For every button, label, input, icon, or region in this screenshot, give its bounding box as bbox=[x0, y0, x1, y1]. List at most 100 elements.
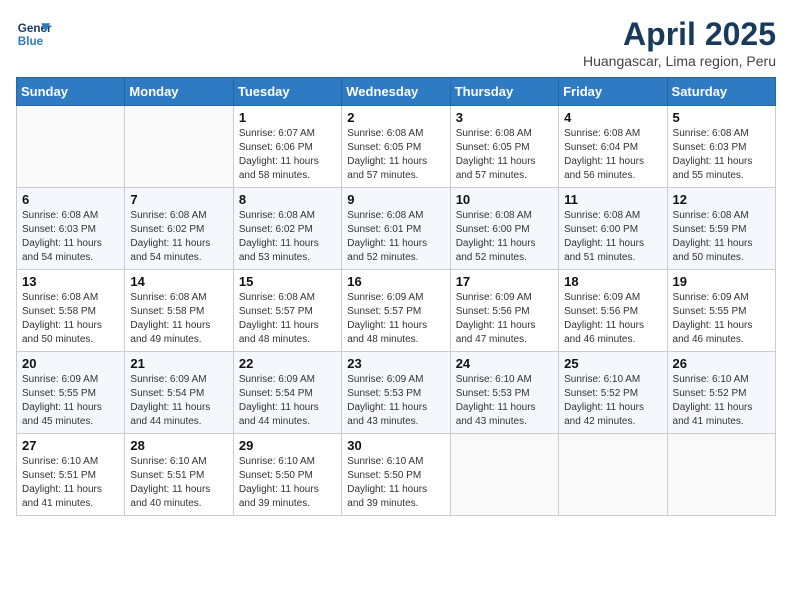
day-number: 8 bbox=[239, 192, 336, 207]
calendar-header-row: SundayMondayTuesdayWednesdayThursdayFrid… bbox=[17, 78, 776, 106]
day-number: 16 bbox=[347, 274, 444, 289]
calendar-cell: 24 Sunrise: 6:10 AM Sunset: 5:53 PM Dayli… bbox=[450, 352, 558, 434]
calendar-cell: 30 Sunrise: 6:10 AM Sunset: 5:50 PM Dayli… bbox=[342, 434, 450, 516]
day-number: 18 bbox=[564, 274, 661, 289]
cell-info: Sunrise: 6:10 AM Sunset: 5:52 PM Dayligh… bbox=[673, 373, 770, 429]
day-number: 4 bbox=[564, 110, 661, 125]
calendar-cell: 29 Sunrise: 6:10 AM Sunset: 5:50 PM Dayli… bbox=[233, 434, 341, 516]
cell-info: Sunrise: 6:08 AM Sunset: 6:05 PM Dayligh… bbox=[456, 127, 553, 183]
cell-info: Sunrise: 6:08 AM Sunset: 6:00 PM Dayligh… bbox=[456, 209, 553, 265]
calendar-cell: 17 Sunrise: 6:09 AM Sunset: 5:56 PM Dayli… bbox=[450, 270, 558, 352]
day-number: 24 bbox=[456, 356, 553, 371]
day-header-saturday: Saturday bbox=[667, 78, 775, 106]
cell-info: Sunrise: 6:10 AM Sunset: 5:50 PM Dayligh… bbox=[239, 455, 336, 511]
calendar-cell: 3 Sunrise: 6:08 AM Sunset: 6:05 PM Daylig… bbox=[450, 106, 558, 188]
cell-info: Sunrise: 6:09 AM Sunset: 5:56 PM Dayligh… bbox=[456, 291, 553, 347]
calendar-cell: 6 Sunrise: 6:08 AM Sunset: 6:03 PM Daylig… bbox=[17, 188, 125, 270]
calendar-cell: 20 Sunrise: 6:09 AM Sunset: 5:55 PM Dayli… bbox=[17, 352, 125, 434]
calendar-cell: 22 Sunrise: 6:09 AM Sunset: 5:54 PM Dayli… bbox=[233, 352, 341, 434]
cell-info: Sunrise: 6:07 AM Sunset: 6:06 PM Dayligh… bbox=[239, 127, 336, 183]
cell-info: Sunrise: 6:08 AM Sunset: 6:03 PM Dayligh… bbox=[673, 127, 770, 183]
calendar-cell: 15 Sunrise: 6:08 AM Sunset: 5:57 PM Dayli… bbox=[233, 270, 341, 352]
calendar-cell: 16 Sunrise: 6:09 AM Sunset: 5:57 PM Dayli… bbox=[342, 270, 450, 352]
cell-info: Sunrise: 6:10 AM Sunset: 5:53 PM Dayligh… bbox=[456, 373, 553, 429]
day-number: 6 bbox=[22, 192, 119, 207]
day-number: 30 bbox=[347, 438, 444, 453]
cell-info: Sunrise: 6:09 AM Sunset: 5:54 PM Dayligh… bbox=[130, 373, 227, 429]
day-number: 19 bbox=[673, 274, 770, 289]
calendar-cell bbox=[17, 106, 125, 188]
day-number: 25 bbox=[564, 356, 661, 371]
calendar-cell: 25 Sunrise: 6:10 AM Sunset: 5:52 PM Dayli… bbox=[559, 352, 667, 434]
calendar-cell: 9Sunrise: 6:08 AM Sunset: 6:01 PM Daylig… bbox=[342, 188, 450, 270]
title-area: April 2025 Huangascar, Lima region, Peru bbox=[583, 16, 776, 69]
cell-info: Sunrise: 6:09 AM Sunset: 5:55 PM Dayligh… bbox=[673, 291, 770, 347]
calendar-cell: 14 Sunrise: 6:08 AM Sunset: 5:58 PM Dayli… bbox=[125, 270, 233, 352]
cell-info: Sunrise: 6:09 AM Sunset: 5:57 PM Dayligh… bbox=[347, 291, 444, 347]
cell-info: Sunrise: 6:08 AM Sunset: 6:02 PM Dayligh… bbox=[239, 209, 336, 265]
logo: General Blue bbox=[16, 16, 52, 52]
day-header-friday: Friday bbox=[559, 78, 667, 106]
cell-info: Sunrise: 6:08 AM Sunset: 5:58 PM Dayligh… bbox=[22, 291, 119, 347]
calendar-cell bbox=[559, 434, 667, 516]
day-number: 14 bbox=[130, 274, 227, 289]
calendar-week-row: 1 Sunrise: 6:07 AM Sunset: 6:06 PM Daylig… bbox=[17, 106, 776, 188]
day-number: 9 bbox=[347, 192, 444, 207]
day-header-thursday: Thursday bbox=[450, 78, 558, 106]
svg-text:Blue: Blue bbox=[18, 35, 44, 48]
calendar-cell: 18 Sunrise: 6:09 AM Sunset: 5:56 PM Dayli… bbox=[559, 270, 667, 352]
cell-info: Sunrise: 6:10 AM Sunset: 5:51 PM Dayligh… bbox=[130, 455, 227, 511]
cell-info: Sunrise: 6:08 AM Sunset: 6:03 PM Dayligh… bbox=[22, 209, 119, 265]
day-number: 29 bbox=[239, 438, 336, 453]
day-number: 2 bbox=[347, 110, 444, 125]
calendar-cell: 19 Sunrise: 6:09 AM Sunset: 5:55 PM Dayli… bbox=[667, 270, 775, 352]
cell-info: Sunrise: 6:09 AM Sunset: 5:53 PM Dayligh… bbox=[347, 373, 444, 429]
cell-info: Sunrise: 6:10 AM Sunset: 5:51 PM Dayligh… bbox=[22, 455, 119, 511]
day-number: 22 bbox=[239, 356, 336, 371]
page-header: General Blue April 2025 Huangascar, Lima… bbox=[16, 16, 776, 69]
calendar-cell: 8 Sunrise: 6:08 AM Sunset: 6:02 PM Daylig… bbox=[233, 188, 341, 270]
month-title: April 2025 bbox=[583, 16, 776, 53]
day-number: 3 bbox=[456, 110, 553, 125]
calendar-cell: 4 Sunrise: 6:08 AM Sunset: 6:04 PM Daylig… bbox=[559, 106, 667, 188]
calendar-cell bbox=[450, 434, 558, 516]
calendar-cell: 11Sunrise: 6:08 AM Sunset: 6:00 PM Dayli… bbox=[559, 188, 667, 270]
cell-info: Sunrise: 6:08 AM Sunset: 5:58 PM Dayligh… bbox=[130, 291, 227, 347]
cell-info: Sunrise: 6:09 AM Sunset: 5:55 PM Dayligh… bbox=[22, 373, 119, 429]
calendar-cell: 21 Sunrise: 6:09 AM Sunset: 5:54 PM Dayli… bbox=[125, 352, 233, 434]
calendar-cell: 13 Sunrise: 6:08 AM Sunset: 5:58 PM Dayli… bbox=[17, 270, 125, 352]
day-number: 1 bbox=[239, 110, 336, 125]
cell-info: Sunrise: 6:10 AM Sunset: 5:50 PM Dayligh… bbox=[347, 455, 444, 511]
day-number: 23 bbox=[347, 356, 444, 371]
cell-info: Sunrise: 6:10 AM Sunset: 5:52 PM Dayligh… bbox=[564, 373, 661, 429]
calendar-cell bbox=[125, 106, 233, 188]
cell-info: Sunrise: 6:08 AM Sunset: 6:04 PM Dayligh… bbox=[564, 127, 661, 183]
cell-info: Sunrise: 6:09 AM Sunset: 5:54 PM Dayligh… bbox=[239, 373, 336, 429]
calendar-cell bbox=[667, 434, 775, 516]
day-number: 7 bbox=[130, 192, 227, 207]
cell-info: Sunrise: 6:08 AM Sunset: 6:05 PM Dayligh… bbox=[347, 127, 444, 183]
day-header-sunday: Sunday bbox=[17, 78, 125, 106]
day-number: 21 bbox=[130, 356, 227, 371]
cell-info: Sunrise: 6:08 AM Sunset: 5:57 PM Dayligh… bbox=[239, 291, 336, 347]
calendar-cell: 26Sunrise: 6:10 AM Sunset: 5:52 PM Dayli… bbox=[667, 352, 775, 434]
calendar-cell: 12Sunrise: 6:08 AM Sunset: 5:59 PM Dayli… bbox=[667, 188, 775, 270]
location-subtitle: Huangascar, Lima region, Peru bbox=[583, 53, 776, 69]
day-number: 17 bbox=[456, 274, 553, 289]
calendar-cell: 2 Sunrise: 6:08 AM Sunset: 6:05 PM Daylig… bbox=[342, 106, 450, 188]
calendar-week-row: 6 Sunrise: 6:08 AM Sunset: 6:03 PM Daylig… bbox=[17, 188, 776, 270]
day-number: 13 bbox=[22, 274, 119, 289]
calendar-cell: 1 Sunrise: 6:07 AM Sunset: 6:06 PM Daylig… bbox=[233, 106, 341, 188]
calendar-cell: 5Sunrise: 6:08 AM Sunset: 6:03 PM Daylig… bbox=[667, 106, 775, 188]
calendar-cell: 10Sunrise: 6:08 AM Sunset: 6:00 PM Dayli… bbox=[450, 188, 558, 270]
cell-info: Sunrise: 6:09 AM Sunset: 5:56 PM Dayligh… bbox=[564, 291, 661, 347]
calendar-cell: 23 Sunrise: 6:09 AM Sunset: 5:53 PM Dayli… bbox=[342, 352, 450, 434]
cell-info: Sunrise: 6:08 AM Sunset: 6:00 PM Dayligh… bbox=[564, 209, 661, 265]
cell-info: Sunrise: 6:08 AM Sunset: 5:59 PM Dayligh… bbox=[673, 209, 770, 265]
day-number: 20 bbox=[22, 356, 119, 371]
calendar-cell: 7Sunrise: 6:08 AM Sunset: 6:02 PM Daylig… bbox=[125, 188, 233, 270]
calendar-week-row: 20 Sunrise: 6:09 AM Sunset: 5:55 PM Dayli… bbox=[17, 352, 776, 434]
calendar-cell: 28Sunrise: 6:10 AM Sunset: 5:51 PM Dayli… bbox=[125, 434, 233, 516]
day-number: 15 bbox=[239, 274, 336, 289]
day-header-wednesday: Wednesday bbox=[342, 78, 450, 106]
